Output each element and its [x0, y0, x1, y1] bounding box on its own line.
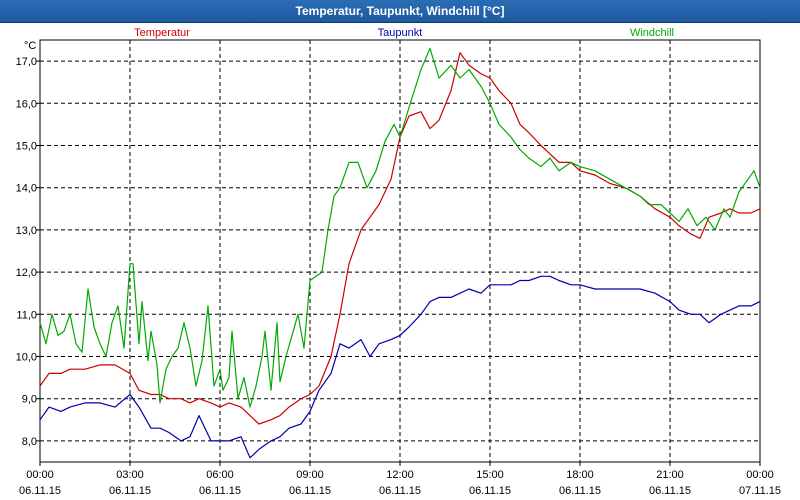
legend-taupunkt: Taupunkt [378, 27, 423, 39]
series-line-windchill [39, 47, 761, 408]
x-tick-time: 18:00 [566, 469, 594, 481]
chart-window: Temperatur, Taupunkt, Windchill [°C] 8,0… [0, 0, 800, 500]
y-axis-unit: °C [24, 40, 36, 52]
x-tick-date: 07.11.15 [739, 485, 781, 497]
x-tick-time: 00:00 [26, 469, 54, 481]
x-tick-time: 00:00 [746, 469, 774, 481]
x-tick-date: 06.11.15 [469, 485, 511, 497]
line-chart: 8,0 9,0 10,0 11,0 12,0 13,0 14,0 15,0 16,0 17,0 0… [16, 27, 781, 497]
x-tick-time: 15:00 [476, 469, 504, 481]
x-tick-date: 06.11.15 [19, 485, 61, 497]
x-tick-time: 06:00 [206, 469, 234, 481]
x-tick-time: 21:00 [656, 469, 684, 481]
x-tick-date: 06.11.15 [649, 485, 691, 497]
y-tick-label: 9,0 [22, 394, 37, 406]
y-tick-label: 8,0 [22, 436, 37, 448]
x-tick-time: 03:00 [116, 469, 144, 481]
y-tick-label: 17,0 [16, 56, 37, 68]
y-tick-label: 14,0 [16, 183, 37, 195]
x-tick-date: 06.11.15 [109, 485, 151, 497]
y-tick-label: 16,0 [16, 98, 37, 110]
y-tick-label: 12,0 [16, 267, 37, 279]
x-tick-date: 06.11.15 [199, 485, 241, 497]
y-tick-label: 11,0 [16, 309, 37, 321]
x-tick-time: 12:00 [386, 469, 414, 481]
legend-windchill: Windchill [630, 27, 674, 39]
x-tick-date: 06.11.15 [379, 485, 421, 497]
grid-lines [40, 40, 760, 462]
y-tick-label: 13,0 [16, 225, 37, 237]
x-tick-date: 06.11.15 [559, 485, 601, 497]
x-tick-date: 06.11.15 [289, 485, 331, 497]
y-tick-label: 10,0 [16, 352, 37, 364]
x-axis-ticks: 00:00 06.11.15 03:00 06.11.15 06:00 06.11.15 0… [19, 462, 781, 497]
y-axis-ticks: 8,0 9,0 10,0 11,0 12,0 13,0 14,0 15,0 16,0 17,0 [16, 56, 40, 448]
series-line-taupunkt [39, 275, 761, 459]
legend-temperatur: Temperatur [134, 27, 190, 39]
y-tick-label: 15,0 [16, 141, 37, 153]
x-tick-time: 09:00 [296, 469, 324, 481]
